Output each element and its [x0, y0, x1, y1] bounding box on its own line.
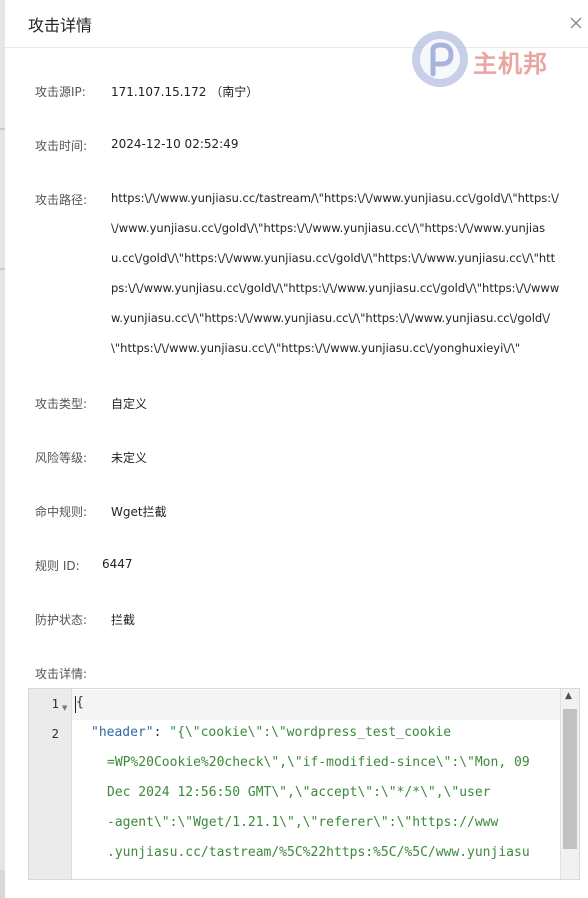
close-icon[interactable]: [569, 16, 583, 30]
line-number: 1: [51, 696, 59, 711]
field-value: Wget拦截: [111, 505, 167, 519]
json-string: "{\"cookie\":\"wordpress_test_cookie: [169, 725, 452, 740]
code-line-wrap: .yunjiasu.cc/tastream/%5C%22https:%5C/%5…: [107, 845, 530, 860]
path-line: \"https:\/\/www.yunjiasu.cc\/\"https:\/\…: [111, 341, 521, 355]
watermark-logo: 主机邦: [411, 30, 561, 88]
field-label: 攻击详情:: [35, 667, 88, 681]
path-line: \/www.yunjiasu.cc\/gold\/\"https:\/\/www…: [111, 221, 546, 235]
field-value: 2024-12-10 02:52:49: [111, 137, 239, 151]
fold-arrow-icon[interactable]: ▼: [62, 704, 67, 712]
code-line: {: [76, 695, 84, 710]
path-line: w.yunjiasu.cc\/\"https:\/\/www.yunjiasu.…: [111, 311, 550, 325]
field-value: 171.107.15.172 （南宁）: [111, 85, 259, 99]
logo-text: 主机邦: [473, 49, 548, 78]
editor-content[interactable]: { "header": "{\"cookie\":\"wordpress_tes…: [72, 689, 560, 879]
field-label: 命中规则:: [35, 505, 88, 519]
json-key: "header": [91, 725, 154, 740]
field-label: 攻击路径:: [35, 193, 88, 207]
field-value: 自定义: [111, 397, 148, 411]
code-line: "header": "{\"cookie\":\"wordpress_test_…: [91, 725, 451, 740]
path-line: ps:\/\/www.yunjiasu.cc\/gold\/\"https:\/…: [111, 281, 560, 295]
code-editor[interactable]: 1 ▼ 2 { "header": "{\"cookie\":\"wordpre…: [28, 688, 580, 880]
editor-scrollbar[interactable]: ▲: [560, 689, 579, 879]
active-line-highlight: [72, 690, 560, 720]
field-value: 拦截: [111, 613, 136, 627]
editor-gutter: 1 ▼ 2: [29, 689, 72, 879]
p-logo-icon: [412, 31, 468, 87]
dialog-title: 攻击详情: [28, 16, 93, 35]
code-line-wrap: Dec 2024 12:56:50 GMT\",\"accept\":\"*/*…: [107, 785, 491, 800]
json-colon: :: [153, 725, 170, 740]
scrollbar-thumb[interactable]: [563, 709, 577, 849]
field-label: 风险等级:: [35, 451, 88, 465]
field-label: 防护状态:: [35, 613, 88, 627]
background-page-edge: [0, 0, 5, 898]
code-line-wrap: -agent\":\"Wget/1.21.1\",\"referer\":\"h…: [107, 815, 499, 830]
path-line: https:\/\/www.yunjiasu.cc/tastream/\"htt…: [111, 191, 559, 205]
field-value: 未定义: [111, 451, 148, 465]
path-line: u.cc\/gold\/\"https:\/\/www.yunjiasu.cc\…: [111, 251, 556, 265]
code-line-wrap: =WP%20Cookie%20check\",\"if-modified-sin…: [107, 755, 530, 770]
field-label: 攻击源IP:: [35, 85, 86, 99]
line-number: 2: [51, 726, 59, 741]
scroll-up-arrow-icon[interactable]: ▲: [565, 691, 572, 701]
field-label: 攻击类型:: [35, 397, 88, 411]
field-label: 规则 ID:: [35, 559, 80, 573]
field-value: 6447: [102, 557, 133, 571]
field-label: 攻击时间:: [35, 139, 88, 153]
